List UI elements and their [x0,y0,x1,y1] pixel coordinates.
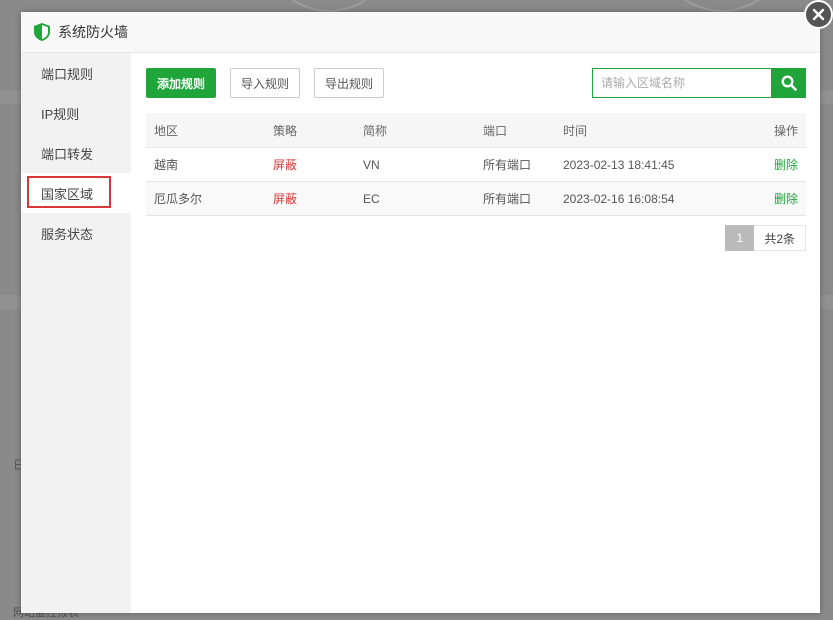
search-box [592,68,806,98]
cell-port: 所有端口 [475,147,555,182]
column-header-abbr: 简称 [355,113,475,148]
sidebar-item-label: 国家区域 [41,186,94,202]
column-header-port: 端口 [475,113,555,148]
pagination: 1 共2条 [146,225,806,251]
dialog-header: 系统防火墙 [21,12,820,53]
background-gauge [655,0,789,12]
cell-time: 2023-02-16 16:08:54 [555,181,751,216]
sidebar-item-label: 服务状态 [41,226,94,242]
dialog-title: 系统防火墙 [58,24,128,40]
background-gauge [262,0,396,12]
cell-port: 所有端口 [475,181,555,216]
search-icon [781,75,797,91]
search-button[interactable] [772,68,806,98]
import-rules-button[interactable]: 导入规则 [230,68,301,98]
column-header-action: 操作 [751,113,806,148]
shield-icon [34,23,50,41]
table-row: 越南 屏蔽 VN 所有端口 2023-02-13 18:41:45 删除 [146,147,806,182]
sidebar-item-label: 端口规则 [41,66,94,82]
region-rules-table: 地区 策略 简称 端口 时间 操作 越南 屏蔽 VN 所有端口 2023-02-… [146,113,806,216]
table-row: 厄瓜多尔 屏蔽 EC 所有端口 2023-02-16 16:08:54 删除 [146,181,806,216]
sidebar-item-port-rules[interactable]: 端口规则 [21,53,131,93]
column-header-region: 地区 [146,113,265,148]
column-header-policy: 策略 [265,113,355,148]
sidebar-item-service-status[interactable]: 服务状态 [21,213,131,253]
sidebar: 端口规则 IP规则 端口转发 国家区域 服务状态 [21,53,131,613]
sidebar-item-label: IP规则 [41,106,80,122]
cell-region: 越南 [146,147,265,182]
cell-policy: 屏蔽 [265,181,355,216]
region-search-input[interactable] [592,68,772,98]
cell-abbr: EC [355,181,475,216]
sidebar-item-country-region[interactable]: 国家区域 [21,173,131,213]
sidebar-item-label: 端口转发 [41,146,94,162]
page-current[interactable]: 1 [725,225,755,251]
firewall-dialog: 系统防火墙 端口规则 IP规则 端口转发 国家区域 服务状态 添加规则 导入规则… [21,12,820,613]
toolbar: 添加规则 导入规则 导出规则 [146,53,806,113]
page-total-count: 共2条 [754,225,806,251]
add-rule-button[interactable]: 添加规则 [146,68,217,98]
main-content: 添加规则 导入规则 导出规则 地区 策略 简称 端口 [146,53,806,251]
close-icon [812,8,825,21]
column-header-time: 时间 [555,113,751,148]
sidebar-item-port-forward[interactable]: 端口转发 [21,133,131,173]
delete-link[interactable]: 删除 [774,192,798,206]
cell-policy: 屏蔽 [265,147,355,182]
export-rules-button[interactable]: 导出规则 [314,68,385,98]
delete-link[interactable]: 删除 [774,158,798,172]
sidebar-item-ip-rules[interactable]: IP规则 [21,93,131,133]
cell-abbr: VN [355,147,475,182]
close-dialog-button[interactable] [804,0,833,29]
cell-region: 厄瓜多尔 [146,181,265,216]
cell-time: 2023-02-13 18:41:45 [555,147,751,182]
table-header-row: 地区 策略 简称 端口 时间 操作 [146,113,806,148]
